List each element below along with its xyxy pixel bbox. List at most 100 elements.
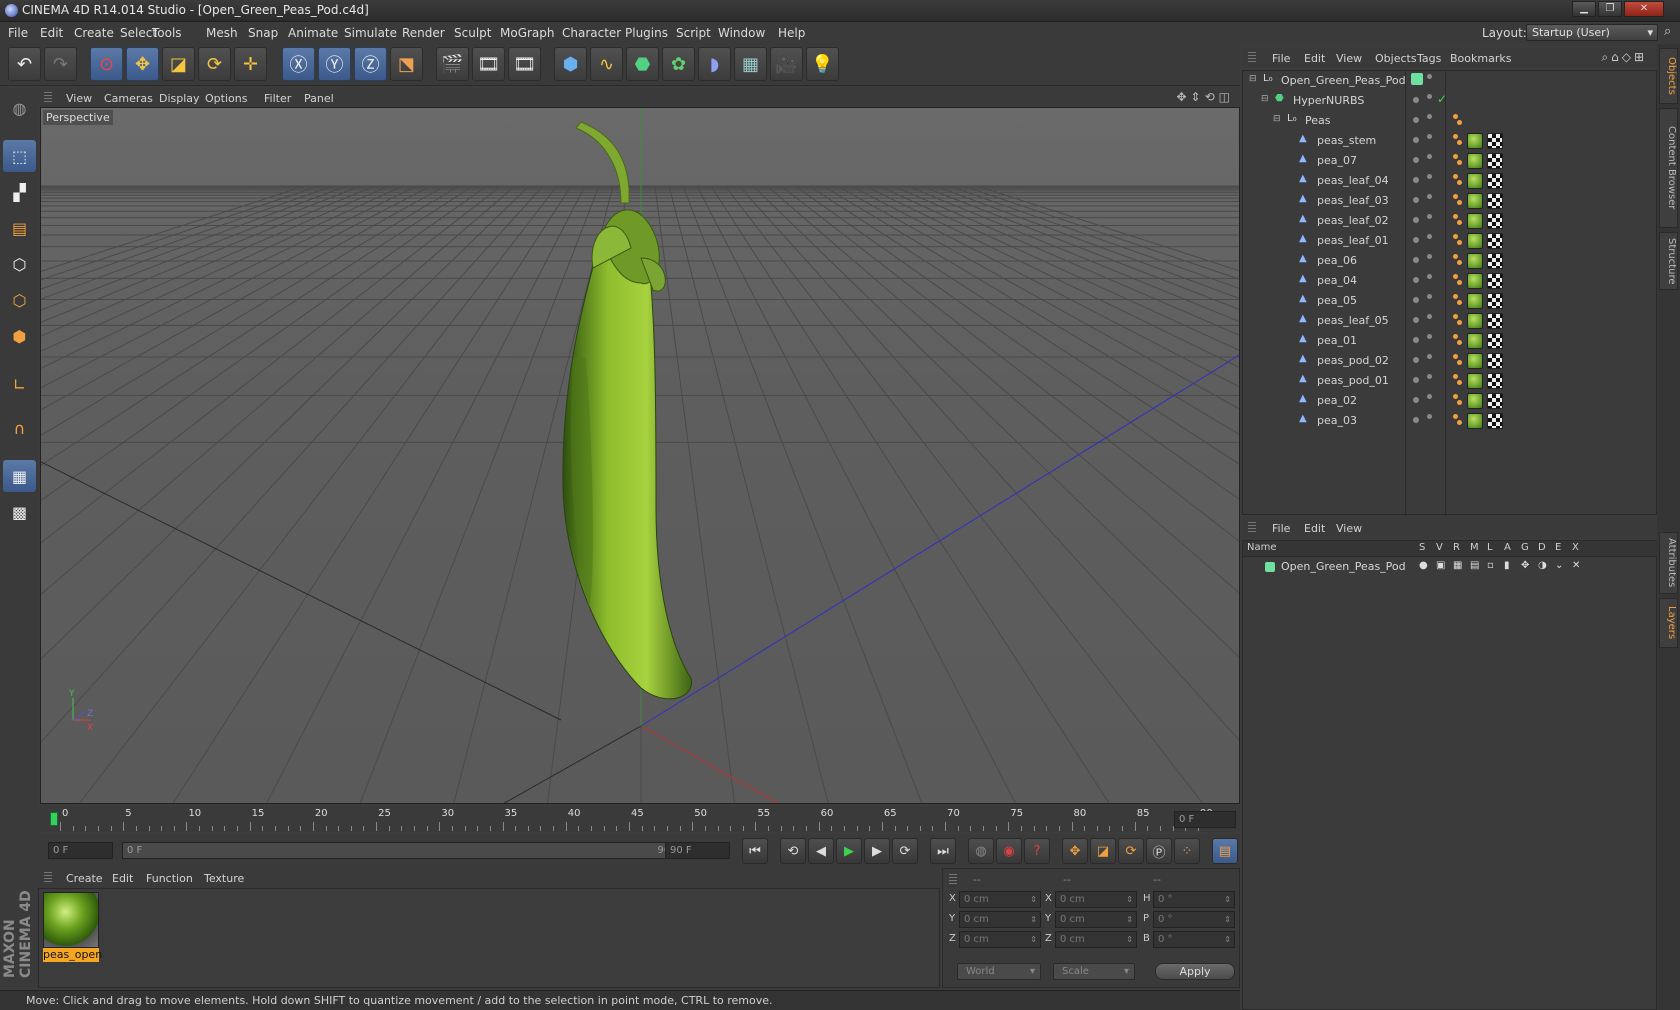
editor-visibility-dot[interactable]: [1413, 277, 1419, 283]
render-settings-button[interactable]: 🎞: [508, 47, 541, 81]
editor-visibility-dot[interactable]: [1413, 257, 1419, 263]
spinner-icon[interactable]: ⇕: [1126, 912, 1133, 927]
editor-visibility-dot[interactable]: [1413, 177, 1419, 183]
object-row[interactable]: ▲ pea_07: [1243, 151, 1658, 171]
points-mode-button[interactable]: ⬡: [3, 248, 36, 280]
object-row[interactable]: ▲ peas_leaf_02: [1243, 211, 1658, 231]
layer-toggle-icon[interactable]: ▣: [1436, 560, 1445, 571]
record-keys-button[interactable]: ◍: [968, 838, 994, 864]
layer-row[interactable]: Open_Green_Peas_Pod ● ▣ ▦ ▤ ▫ ▮ ✥ ◑ ⌄ ✕: [1243, 558, 1658, 576]
menu-simulate[interactable]: Simulate: [344, 26, 397, 40]
uvw-tag-icon[interactable]: [1487, 333, 1503, 349]
uvw-tag-icon[interactable]: [1487, 273, 1503, 289]
editor-visibility-dot[interactable]: [1413, 217, 1419, 223]
objects-menu-tags[interactable]: Tags: [1417, 52, 1441, 65]
menu-mesh[interactable]: Mesh: [206, 26, 238, 40]
autokey-button[interactable]: ◉: [996, 838, 1022, 864]
key-rotation-button[interactable]: ⟳: [1118, 838, 1144, 864]
editor-visibility-dot[interactable]: [1413, 317, 1419, 323]
render-visibility-dot[interactable]: [1427, 394, 1432, 399]
layer-column-v[interactable]: V: [1436, 542, 1443, 553]
material-tag-icon[interactable]: [1467, 393, 1483, 409]
layer-column-l[interactable]: L: [1487, 542, 1493, 553]
object-row[interactable]: ▲ peas_leaf_05: [1243, 311, 1658, 331]
goto-start-button[interactable]: ⏮: [742, 838, 768, 864]
menu-mograph[interactable]: MoGraph: [500, 26, 555, 40]
render-visibility-dot[interactable]: [1427, 314, 1432, 319]
phong-tag-icon[interactable]: [1453, 194, 1458, 199]
phong-tag-icon[interactable]: [1453, 134, 1458, 139]
goto-end-button[interactable]: ⏭: [930, 838, 956, 864]
play-button[interactable]: ▶: [836, 838, 862, 864]
spinner-icon[interactable]: ⇕: [1224, 912, 1231, 927]
layer-column-d[interactable]: D: [1538, 542, 1546, 553]
objects-menu-objects[interactable]: Objects: [1375, 52, 1417, 65]
objects-menu-edit[interactable]: Edit: [1304, 52, 1325, 65]
render-visibility-dot[interactable]: [1427, 154, 1432, 159]
layers-menu-edit[interactable]: Edit: [1304, 522, 1325, 535]
coord-value-field[interactable]: 0 ° ⇕: [1153, 931, 1235, 948]
coordinate-type-select[interactable]: Scale ▾: [1053, 963, 1135, 980]
object-row[interactable]: ▲ peas_leaf_03: [1243, 191, 1658, 211]
key-position-button[interactable]: ✥: [1062, 838, 1088, 864]
key-scale-button[interactable]: ◪: [1090, 838, 1116, 864]
layer-toggle-icons[interactable]: ● ▣ ▦ ▤ ▫ ▮ ✥ ◑ ⌄ ✕: [1419, 560, 1659, 574]
object-manager-tool-icons[interactable]: ⌕⌂◇⊞: [1601, 50, 1647, 65]
coord-value-field[interactable]: 0 ° ⇕: [1153, 911, 1235, 928]
phong-tag-icon[interactable]: [1453, 254, 1458, 259]
phong-tag-icon[interactable]: [1453, 174, 1458, 179]
material-tag-icon[interactable]: [1467, 273, 1483, 289]
keyframe-selection-button[interactable]: ?: [1024, 838, 1050, 864]
layer-color-tag[interactable]: [1411, 73, 1423, 85]
render-picture-viewer-button[interactable]: 🎞: [472, 47, 505, 81]
object-row[interactable]: ⊟ L₀ Peas: [1243, 111, 1658, 131]
current-frame-field[interactable]: 0 F: [1174, 811, 1236, 828]
object-row[interactable]: ⊟ L₀ Open_Green_Peas_Pod: [1243, 71, 1658, 91]
object-row[interactable]: ▲ pea_03: [1243, 411, 1658, 431]
last-tool-button[interactable]: ✛: [234, 47, 267, 81]
next-frame-button[interactable]: ▶: [864, 838, 890, 864]
object-row[interactable]: ▲ pea_01: [1243, 331, 1658, 351]
render-visibility-dot[interactable]: [1427, 114, 1432, 119]
menu-file[interactable]: File: [8, 26, 28, 40]
light-button[interactable]: 💡: [806, 47, 839, 81]
phong-tag-icon[interactable]: [1457, 340, 1462, 345]
material-peas-open[interactable]: peas_open: [43, 892, 102, 962]
coordinate-system-button[interactable]: ⬔: [390, 47, 423, 81]
menu-script[interactable]: Script: [676, 26, 711, 40]
uvw-tag-icon[interactable]: [1487, 313, 1503, 329]
uvw-tag-icon[interactable]: [1487, 213, 1503, 229]
menu-create[interactable]: Create: [74, 26, 114, 40]
frame-range-slider[interactable]: 0 F 90 F: [122, 842, 690, 859]
phong-tag-icon[interactable]: [1453, 274, 1458, 279]
snap-button[interactable]: ∩: [3, 412, 36, 444]
phong-tag-icon[interactable]: [1453, 414, 1458, 419]
menu-help[interactable]: Help: [778, 26, 805, 40]
layer-toggle-icon[interactable]: ⌄: [1555, 560, 1563, 571]
material-tag-icon[interactable]: [1467, 293, 1483, 309]
editor-visibility-dot[interactable]: [1413, 377, 1419, 383]
phong-tag-icon[interactable]: [1457, 160, 1462, 165]
layer-column-a[interactable]: A: [1504, 542, 1511, 553]
editor-visibility-dot[interactable]: [1413, 357, 1419, 363]
material-menu-texture[interactable]: Texture: [204, 872, 244, 885]
object-row[interactable]: ⊟ ⬣ HyperNURBS ✓: [1243, 91, 1658, 111]
phong-tag-icon[interactable]: [1453, 354, 1458, 359]
redo-button[interactable]: ↷: [44, 47, 77, 81]
phong-tag-icon[interactable]: [1453, 154, 1458, 159]
minimize-button[interactable]: ▁: [1572, 1, 1596, 17]
object-row[interactable]: ▲ peas_pod_02: [1243, 351, 1658, 371]
key-pla-button[interactable]: ⁘: [1174, 838, 1200, 864]
object-row[interactable]: ▲ peas_pod_01: [1243, 371, 1658, 391]
render-visibility-dot[interactable]: [1427, 214, 1432, 219]
timeline-ruler[interactable]: 051015202530354045505560657075808590 0 F: [38, 806, 1240, 832]
render-visibility-dot[interactable]: [1427, 374, 1432, 379]
coordinate-mode-select[interactable]: World ▾: [957, 963, 1041, 980]
spline-button[interactable]: ∿: [590, 47, 623, 81]
material-tag-icon[interactable]: [1467, 133, 1483, 149]
menu-snap[interactable]: Snap: [248, 26, 278, 40]
render-visibility-dot[interactable]: [1427, 274, 1432, 279]
layer-column-name[interactable]: Name: [1247, 542, 1277, 553]
phong-tag-icon[interactable]: [1457, 380, 1462, 385]
uvw-tag-icon[interactable]: [1487, 193, 1503, 209]
